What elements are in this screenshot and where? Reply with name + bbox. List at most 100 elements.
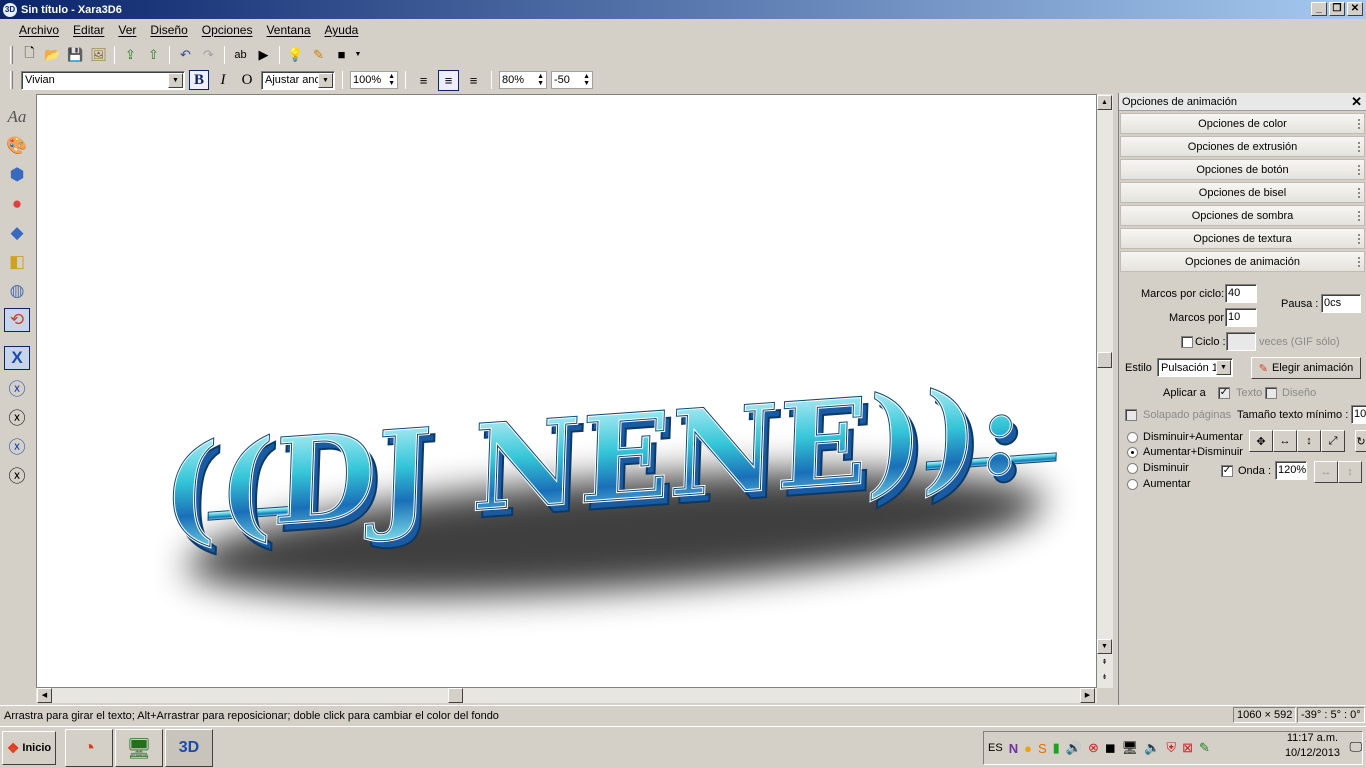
toolbar-grip[interactable]	[10, 71, 13, 89]
radio-dec-inc[interactable]	[1127, 432, 1138, 443]
more-scale-icon[interactable]: ↻	[1355, 430, 1366, 452]
frames-input[interactable]: 40	[1225, 284, 1257, 303]
volume-icon[interactable]: 🔊	[1066, 740, 1082, 756]
x-swing-icon[interactable]: ⓧ	[4, 404, 30, 428]
3d-text-render[interactable]: ((DJ NENE)): ((DJ NENE)): ((DJ NENE)):	[37, 95, 1097, 688]
cycle-checkbox[interactable]	[1181, 336, 1193, 348]
bevel-icon[interactable]: ◆	[4, 221, 30, 245]
align-left-icon[interactable]: ≡	[413, 70, 434, 91]
pause-input[interactable]: 0cs	[1321, 294, 1361, 313]
overlap-checkbox[interactable]	[1125, 409, 1137, 421]
start-button[interactable]: ❖ Inicio	[2, 731, 56, 765]
menu-ayuda[interactable]: Ayuda	[318, 23, 366, 37]
menu-editar[interactable]: Editar	[66, 23, 111, 37]
export-animation-icon[interactable]: ⇧	[143, 44, 164, 65]
scale-diagonal-icon[interactable]: ⤢	[1321, 430, 1345, 452]
text-options-icon[interactable]: Aa	[4, 105, 30, 129]
pen-icon[interactable]: ✎	[1199, 740, 1210, 756]
radio-inc-dec[interactable]	[1127, 447, 1138, 458]
language-indicator[interactable]: ES	[988, 742, 1003, 754]
horizontal-scrollbar[interactable]: ◀ ▶	[36, 688, 1097, 703]
fit-select[interactable]: Ajustar anc ▼	[261, 70, 335, 90]
lighting-icon[interactable]: ◧	[4, 250, 30, 274]
save-icon[interactable]: 💾	[65, 44, 86, 65]
speaker-icon[interactable]: 🔈	[1144, 740, 1160, 756]
spinner-arrows-icon[interactable]: ▲ ▼	[537, 73, 544, 87]
min-text-input[interactable]: 10	[1351, 405, 1366, 424]
animation-options-icon[interactable]: ⟲	[4, 308, 30, 332]
close-icon[interactable]: ✕	[1351, 94, 1362, 110]
x-spin-icon[interactable]: ⓧ	[4, 375, 30, 399]
show-desktop-icon[interactable]: 🖵	[1349, 739, 1362, 755]
sync-icon[interactable]: S	[1038, 741, 1047, 756]
redo-icon[interactable]: ↷	[198, 44, 219, 65]
font-select[interactable]: Vivian ▼	[21, 70, 185, 90]
wave-vertical-icon[interactable]: ↕	[1338, 461, 1362, 483]
wave-input[interactable]: 120%	[1275, 461, 1307, 480]
new-file-icon[interactable]: 🗋	[19, 44, 40, 65]
menu-archivo[interactable]: Archivo	[12, 23, 66, 37]
section-button[interactable]: Opciones de botón	[1120, 159, 1365, 180]
open-folder-icon[interactable]: 📂	[42, 44, 63, 65]
choose-animation-button[interactable]: ✎ Elegir animación	[1251, 357, 1361, 379]
taskbar-app-recorder-icon[interactable]: ◔	[65, 729, 113, 767]
char-spacing-spinner[interactable]: -50 ▲ ▼	[551, 71, 593, 89]
scale-horizontal-icon[interactable]: ↔	[1273, 430, 1297, 452]
antivirus-icon[interactable]: ⊗	[1088, 740, 1099, 756]
update-icon[interactable]: ●	[1024, 741, 1032, 756]
taskbar-app-monitor-icon[interactable]: 🖥	[115, 729, 163, 767]
font-size-spinner[interactable]: 100% ▲ ▼	[350, 71, 398, 89]
x-tilt-icon[interactable]: ⓧ	[4, 433, 30, 457]
fps-input[interactable]: 10	[1225, 308, 1257, 327]
x-rotate-icon[interactable]: X	[4, 346, 30, 370]
chevron-down-icon[interactable]: ▼	[168, 72, 183, 88]
section-bevel[interactable]: Opciones de bisel	[1120, 182, 1365, 203]
color-palette-icon[interactable]: 🎨	[4, 134, 30, 158]
spinner-arrows-icon[interactable]: ▲ ▼	[388, 73, 395, 87]
vertical-scrollbar[interactable]: ▲ ▼ ⇞ ⇟	[1097, 94, 1113, 688]
scroll-thumb[interactable]	[448, 688, 463, 703]
button-icon[interactable]: ●	[4, 192, 30, 216]
apply-design-checkbox[interactable]	[1265, 387, 1277, 399]
align-right-icon[interactable]: ≡	[463, 70, 484, 91]
network-icon[interactable]: ⊠	[1182, 740, 1193, 756]
apply-text-checkbox[interactable]: ✓	[1218, 387, 1230, 399]
menu-opciones[interactable]: Opciones	[195, 23, 260, 37]
menu-ver[interactable]: Ver	[111, 23, 143, 37]
section-shadow[interactable]: Opciones de sombra	[1120, 205, 1365, 226]
minimize-button[interactable]: _	[1311, 2, 1327, 16]
radio-inc[interactable]	[1127, 479, 1138, 490]
page-up-icon[interactable]: ⇞	[1097, 656, 1112, 671]
wave-horizontal-icon[interactable]: ↔	[1314, 461, 1338, 483]
maximize-button[interactable]: ❐	[1329, 2, 1345, 16]
chevron-down-icon[interactable]: ▼	[354, 44, 362, 65]
text-edit-icon[interactable]: ab	[230, 44, 251, 65]
wizard-icon[interactable]: ✎	[308, 44, 329, 65]
export-icon[interactable]: 🖼	[88, 44, 109, 65]
style-select[interactable]: Pulsación 1 ▼	[1157, 358, 1233, 377]
battery-icon[interactable]: ▮	[1053, 740, 1060, 756]
menu-ventana[interactable]: Ventana	[259, 23, 317, 37]
texture-icon[interactable]: ◍	[4, 279, 30, 303]
page-down-icon[interactable]: ⇟	[1097, 671, 1112, 686]
design-canvas[interactable]: ((DJ NENE)): ((DJ NENE)): ((DJ NENE)):	[36, 94, 1097, 688]
bold-button[interactable]: B	[189, 70, 209, 90]
wave-checkbox[interactable]: ✓	[1221, 465, 1233, 477]
x-roll-icon[interactable]: ⓧ	[4, 462, 30, 486]
italic-button[interactable]: I	[213, 70, 233, 90]
scroll-left-icon[interactable]: ◀	[37, 688, 52, 703]
scroll-up-icon[interactable]: ▲	[1097, 95, 1112, 110]
taskbar-app-xara3d-icon[interactable]: 3D	[165, 729, 213, 767]
extrusion-icon[interactable]: ⬢	[4, 163, 30, 187]
import-icon[interactable]: ⇪	[120, 44, 141, 65]
chevron-down-icon[interactable]: ▼	[318, 72, 333, 88]
undo-icon[interactable]: ↶	[175, 44, 196, 65]
play-animation-icon[interactable]: ▶	[253, 44, 274, 65]
scroll-thumb[interactable]	[1097, 352, 1112, 368]
section-extrusion[interactable]: Opciones de extrusión	[1120, 136, 1365, 157]
align-center-icon[interactable]: ≡	[438, 69, 459, 91]
section-animation[interactable]: Opciones de animación	[1120, 251, 1365, 272]
scroll-right-icon[interactable]: ▶	[1080, 688, 1095, 703]
section-color[interactable]: Opciones de color	[1120, 113, 1365, 134]
security-icon[interactable]: ⛨	[1166, 740, 1176, 756]
